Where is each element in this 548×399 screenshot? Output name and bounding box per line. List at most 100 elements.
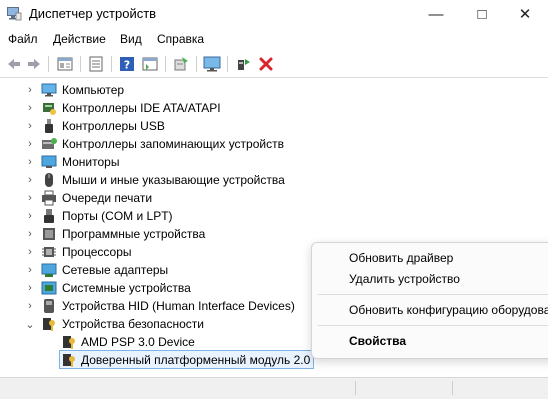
status-divider: [452, 381, 453, 395]
status-bar: [0, 377, 548, 399]
update-icon: [174, 57, 188, 71]
tree-category-monitors[interactable]: › Мониторы: [0, 153, 548, 171]
tree-category-label: Сетевые адаптеры: [62, 263, 169, 277]
chevron-right-icon[interactable]: ›: [24, 262, 36, 278]
security-device-icon: [63, 354, 75, 367]
menu-action[interactable]: Действие: [53, 32, 106, 46]
forward-button[interactable]: [24, 54, 44, 74]
uninstall-x-icon: [259, 57, 273, 71]
chevron-right-icon[interactable]: ›: [24, 100, 36, 116]
tree-category-label: Системные устройства: [62, 281, 191, 295]
chevron-right-icon[interactable]: ›: [24, 154, 36, 170]
network-adapter-icon: [41, 263, 57, 277]
chevron-right-icon[interactable]: ›: [24, 280, 36, 296]
usb-icon: [45, 119, 53, 133]
list-button[interactable]: [86, 54, 106, 74]
tree-category-label: Программные устройства: [62, 227, 206, 241]
enable-device-button[interactable]: [233, 54, 253, 74]
context-scan-hardware[interactable]: Обновить конфигурацию оборудования: [349, 303, 548, 317]
uninstall-button[interactable]: [256, 54, 276, 74]
toolbar-separator: [165, 56, 166, 72]
context-properties[interactable]: Свойства: [349, 334, 406, 348]
menu-view[interactable]: Вид: [120, 32, 142, 46]
tree-category-ports[interactable]: › Порты (COM и LPT): [0, 207, 548, 225]
menu-file[interactable]: Файл: [8, 32, 38, 46]
tree-category-storage[interactable]: › Контроллеры запоминающих устройств: [0, 135, 548, 153]
ide-icon: [43, 103, 56, 115]
tree-device-label: Доверенный платформенный модуль 2.0: [81, 353, 311, 367]
close-button[interactable]: ✕: [502, 0, 548, 28]
context-uninstall-device[interactable]: Удалить устройство: [349, 272, 460, 286]
maximize-icon: □: [477, 5, 487, 23]
hid-icon: [44, 299, 54, 313]
details-icon: [142, 57, 158, 71]
chevron-right-icon[interactable]: ›: [24, 226, 36, 242]
enable-device-icon: [238, 59, 250, 70]
processor-icon: [42, 247, 56, 257]
details-button[interactable]: [140, 54, 160, 74]
tree-category-computer[interactable]: › Компьютер: [0, 81, 548, 99]
chevron-right-icon[interactable]: ›: [24, 136, 36, 152]
tree-category-label: Контроллеры запоминающих устройств: [62, 137, 284, 151]
tree-category-label: Порты (COM и LPT): [62, 209, 173, 223]
chevron-down-icon[interactable]: ⌄: [24, 316, 36, 332]
context-update-driver[interactable]: Обновить драйвер: [349, 251, 453, 265]
tree-category-label: Компьютер: [62, 83, 125, 97]
tree-device-label: AMD PSP 3.0 Device: [81, 335, 195, 349]
chevron-right-icon[interactable]: ›: [24, 118, 36, 134]
tree-category-label: Очереди печати: [62, 191, 153, 205]
chevron-right-icon[interactable]: ›: [24, 190, 36, 206]
security-device-icon: [43, 318, 55, 331]
tree-category-label: Контроллеры IDE ATA/ATAPI: [62, 101, 221, 115]
context-separator: [318, 325, 548, 326]
software-device-icon: [43, 228, 55, 240]
scan-button[interactable]: [202, 54, 222, 74]
properties-button[interactable]: [55, 54, 75, 74]
help-button[interactable]: ?: [117, 54, 137, 74]
chevron-right-icon[interactable]: ›: [24, 172, 36, 188]
update-button[interactable]: [171, 54, 191, 74]
monitor-icon: [41, 155, 57, 168]
chevron-right-icon[interactable]: ›: [24, 208, 36, 224]
svg-text:?: ?: [124, 59, 130, 72]
toolbar-separator: [227, 56, 228, 72]
tree-category-label: Устройства HID (Human Interface Devices): [62, 299, 295, 313]
mouse-icon: [45, 173, 53, 187]
help-icon: ?: [120, 57, 134, 72]
close-icon: ✕: [518, 6, 532, 23]
tree-category-label: Мониторы: [62, 155, 120, 169]
tree-category-software-devices[interactable]: › Программные устройства: [0, 225, 548, 243]
tree-category-mice[interactable]: › Мыши и иные указывающие устройства: [0, 171, 548, 189]
toolbar-separator: [48, 56, 49, 72]
forward-arrow-icon: [28, 59, 40, 69]
port-icon: [44, 209, 54, 223]
maximize-button[interactable]: □: [459, 0, 505, 28]
menu-bar: Файл Действие Вид Справка: [0, 30, 548, 50]
properties-icon: [57, 57, 73, 71]
title-bar: Диспетчер устройств — □ ✕: [0, 0, 548, 28]
back-button[interactable]: [4, 54, 24, 74]
tree-category-label: Устройства безопасности: [62, 317, 204, 331]
minimize-button[interactable]: —: [413, 0, 459, 28]
context-separator: [318, 294, 548, 295]
device-manager-icon: [7, 7, 22, 21]
minimize-icon: —: [428, 5, 444, 23]
chevron-right-icon[interactable]: ›: [24, 244, 36, 260]
tree-category-label: Мыши и иные указывающие устройства: [62, 173, 285, 187]
toolbar: ?: [0, 51, 548, 78]
chevron-right-icon[interactable]: ›: [24, 82, 36, 98]
status-divider: [355, 381, 356, 395]
chevron-right-icon[interactable]: ›: [24, 298, 36, 314]
tree-category-print-queues[interactable]: › Очереди печати: [0, 189, 548, 207]
window-title: Диспетчер устройств: [29, 6, 157, 21]
tree-category-ide[interactable]: › Контроллеры IDE ATA/ATAPI: [0, 99, 548, 117]
tree-category-label: Контроллеры USB: [62, 119, 165, 133]
storage-icon: [42, 138, 57, 149]
menu-help[interactable]: Справка: [157, 32, 204, 46]
printer-icon: [42, 190, 56, 206]
tree-category-usb[interactable]: › Контроллеры USB: [0, 117, 548, 135]
list-icon: [89, 56, 103, 72]
back-arrow-icon: [8, 59, 20, 69]
security-device-icon: [63, 336, 75, 349]
computer-icon: [41, 83, 57, 97]
